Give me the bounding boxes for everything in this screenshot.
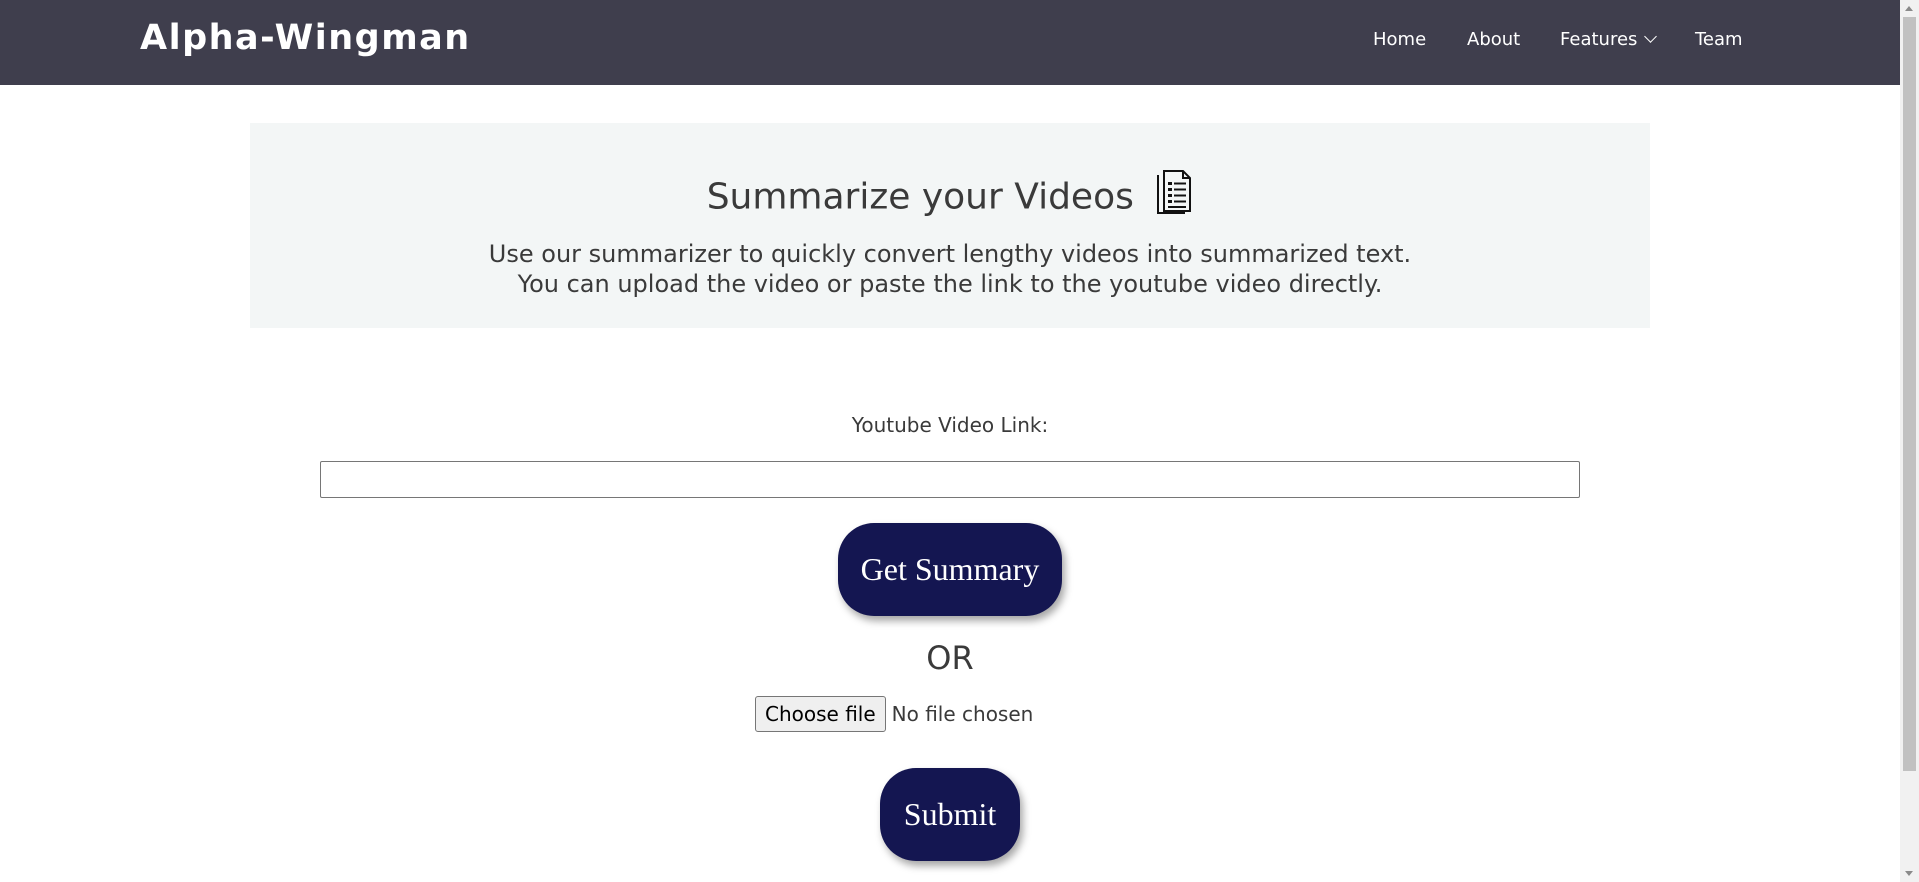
hero-description: Use our summarizer to quickly convert le… — [250, 239, 1650, 299]
submit-button[interactable]: Submit — [880, 768, 1020, 861]
youtube-link-input[interactable] — [320, 461, 1580, 498]
nav-item-features-label: Features — [1560, 29, 1638, 50]
chevron-down-icon — [1644, 30, 1658, 43]
youtube-link-label: Youtube Video Link: — [851, 413, 1049, 437]
top-navbar: Alpha-Wingman Home About Features Team — [0, 0, 1900, 85]
file-upload-input[interactable]: Choose file No file chosen — [755, 696, 1033, 732]
document-icon — [1155, 168, 1193, 223]
nav-item-about[interactable]: About — [1467, 29, 1520, 50]
choose-file-button[interactable]: Choose file — [755, 696, 886, 732]
scrollbar-thumb[interactable] — [1903, 17, 1916, 771]
nav-item-team[interactable]: Team — [1695, 29, 1743, 50]
get-summary-button[interactable]: Get Summary — [838, 523, 1062, 616]
hero-title-text: Summarize your Videos — [706, 176, 1134, 218]
nav-item-home[interactable]: Home — [1373, 29, 1426, 50]
hero-description-line: Use our summarizer to quickly convert le… — [488, 240, 1412, 268]
hero-banner: Summarize your Videos Use our summarizer… — [250, 123, 1650, 328]
or-divider-text: OR — [926, 639, 974, 677]
hero-description-line: You can upload the video or paste the li… — [517, 270, 1383, 298]
scroll-down-arrow-icon[interactable] — [1905, 871, 1913, 876]
file-status-text: No file chosen — [891, 702, 1034, 726]
hero-heading: Summarize your Videos — [250, 168, 1650, 226]
nav-item-features[interactable]: Features — [1560, 29, 1658, 50]
main-nav: Home About Features Team — [0, 29, 1900, 53]
scroll-up-arrow-icon[interactable] — [1905, 6, 1913, 11]
page-scrollbar[interactable] — [1900, 0, 1919, 882]
